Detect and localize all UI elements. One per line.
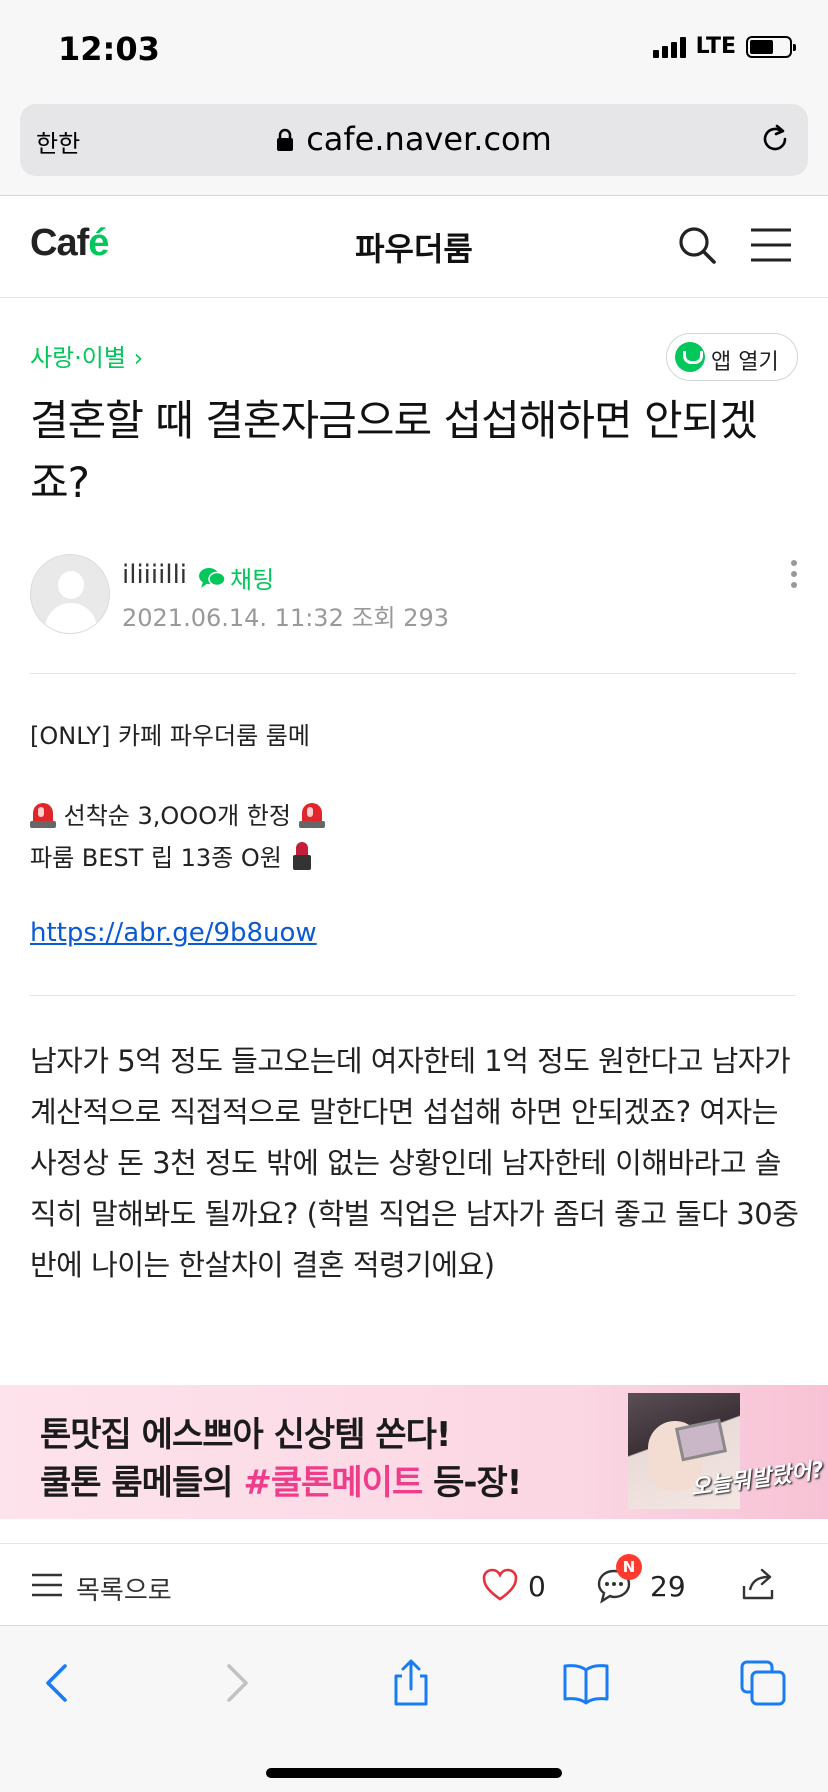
status-bar: 12:03 LTE [0, 0, 828, 100]
signal-icon [652, 36, 686, 58]
list-icon[interactable] [32, 1572, 62, 1598]
browser-toolbar: 한한 cafe.naver.com [0, 100, 828, 196]
reload-icon[interactable] [758, 122, 792, 156]
tabs-icon[interactable] [738, 1658, 788, 1708]
article-body: 남자가 5억 정도 들고오는데 여자한테 1억 정도 원한다고 남자가 계산적으… [30, 1044, 799, 1282]
url-text: cafe.naver.com [306, 120, 552, 158]
board-breadcrumb[interactable]: 사랑·이별 › [30, 338, 143, 373]
ad-link[interactable]: https://abr.ge/9b8uow [30, 918, 317, 948]
ad-line-2: 선착순 3,OOO개 한정 [30, 796, 325, 831]
network-label: LTE [695, 34, 736, 59]
ad-line-3: 파룸 BEST 립 13종 O원 [30, 838, 314, 873]
battery-icon [746, 35, 796, 58]
status-indicators: LTE [652, 34, 796, 59]
article-title: 결혼할 때 결혼자금으로 섭섭해하면 안되겠죠? [30, 396, 758, 507]
chat-icon [199, 567, 226, 588]
bookmarks-icon[interactable] [561, 1658, 611, 1708]
search-icon[interactable] [676, 224, 718, 266]
divider [30, 995, 796, 996]
lipstick-icon [290, 840, 314, 872]
new-comment-badge: N [616, 1554, 642, 1580]
cafe-app-icon [675, 342, 705, 372]
share-icon[interactable] [740, 1566, 778, 1602]
divider [30, 673, 796, 674]
author-name[interactable]: iliiiilli [122, 560, 187, 590]
url-display[interactable]: cafe.naver.com [20, 120, 808, 158]
back-arrow-icon[interactable] [34, 1658, 84, 1708]
chat-label: 채팅 [230, 566, 275, 594]
back-to-list-button[interactable]: 목록으로 [76, 1570, 172, 1607]
open-app-button[interactable]: 앱 열기 [666, 333, 798, 381]
comment-count: 29 [650, 1570, 686, 1603]
home-indicator [266, 1768, 562, 1778]
promo-banner[interactable]: 톤맛집 에스쁘아 신상템 쏜다! 쿨톤 룸메들의 #쿨톤메이트 등-장! 오늘뭐… [0, 1385, 828, 1519]
like-count: 0 [528, 1570, 546, 1603]
forward-arrow-icon[interactable] [210, 1658, 260, 1708]
avatar[interactable] [30, 554, 110, 634]
safari-bottom-bar [0, 1625, 828, 1792]
siren-icon [298, 801, 325, 829]
banner-subline: 쿨톤 룸메들의 #쿨톤메이트 등-장! [40, 1463, 522, 1503]
share-sheet-icon[interactable] [386, 1658, 436, 1708]
menu-icon[interactable] [750, 226, 792, 264]
cafe-header: Café 파우더룸 [0, 196, 828, 298]
heart-icon[interactable] [482, 1568, 518, 1602]
address-bar[interactable]: 한한 cafe.naver.com [20, 104, 808, 176]
status-time: 12:03 [58, 30, 160, 68]
siren-icon [30, 801, 56, 829]
ad-line-1: [ONLY] 카페 파우더룸 룸메 [30, 722, 310, 750]
more-options-icon[interactable] [786, 560, 802, 596]
open-app-label: 앱 열기 [711, 350, 779, 375]
banner-headline: 톤맛집 에스쁘아 신상템 쏜다! [40, 1415, 451, 1455]
article-toolbar: 목록으로 0 N 29 [0, 1543, 828, 1625]
chat-button[interactable]: 채팅 [198, 560, 274, 595]
lock-icon [276, 122, 294, 151]
post-meta: 2021.06.14. 11:32 조회 293 [122, 604, 450, 632]
